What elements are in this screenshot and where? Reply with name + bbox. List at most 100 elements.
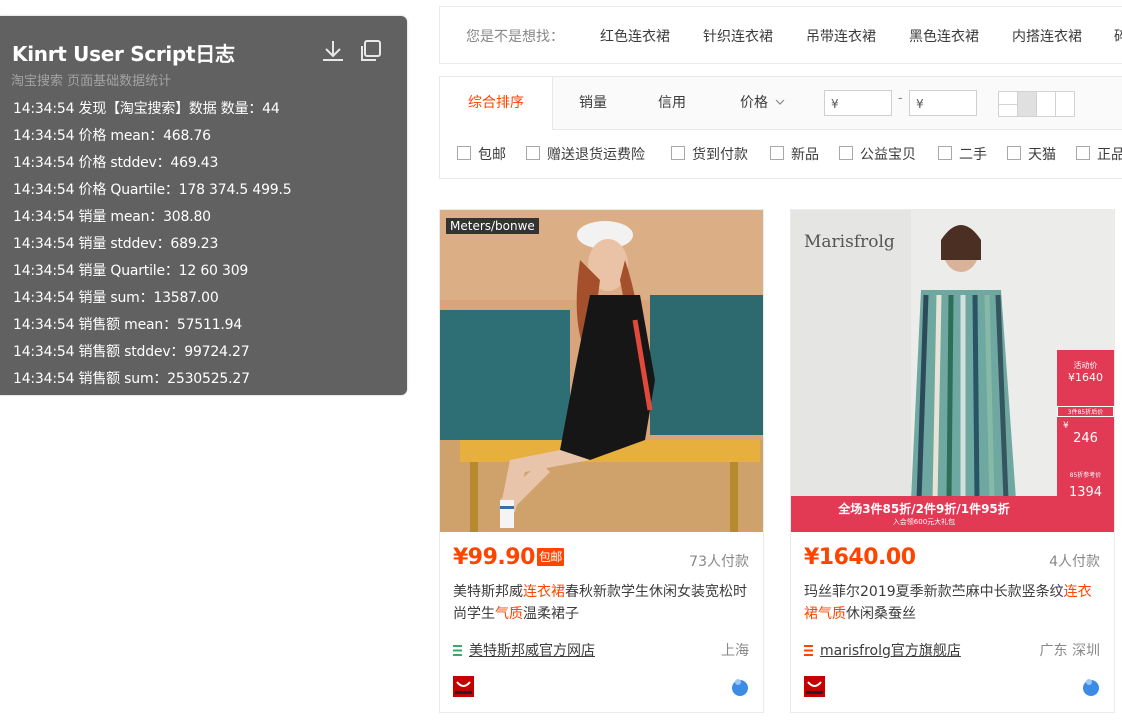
product-card[interactable]: Marisfrolg 活动价 ¥1640 3件85折后价 ¥ 246 85折参考…	[790, 209, 1115, 713]
log-line: 14:34:54 销量 mean：308.80	[13, 209, 211, 225]
promo-price-2: 246	[1073, 431, 1098, 446]
log-line: 14:34:54 销售额 sum：2530525.27	[13, 371, 250, 387]
filter-checkbox[interactable]	[770, 146, 784, 160]
title-highlight: 气质	[818, 606, 846, 622]
promo-symbol: ¥	[1063, 421, 1069, 431]
price-max-input[interactable]: ¥	[909, 90, 977, 116]
sort-tab-price-label: 价格	[740, 95, 768, 111]
grid-view-active-icon[interactable]	[1017, 91, 1037, 117]
filter-checkbox[interactable]	[1076, 146, 1090, 160]
filter-bar: 包邮 赠送退货运费险 货到付款 新品 公益宝贝 二手 天猫 正品	[439, 128, 1122, 179]
shop-icon	[453, 645, 462, 656]
title-highlight: 连衣裙	[523, 584, 565, 600]
title-part: 美特斯邦威	[453, 584, 523, 600]
sort-tab-general[interactable]: 综合排序	[440, 77, 553, 130]
product-price: ¥99.90 包邮	[453, 545, 564, 570]
filter-label[interactable]: 赠送退货运费险	[547, 144, 645, 164]
log-panel: Kinrt User Script日志 淘宝搜索 页面基础数据统计 14:34:…	[0, 16, 407, 395]
filter-checkbox[interactable]	[839, 146, 853, 160]
pay-count: 4人付款	[1049, 554, 1100, 570]
copy-icon[interactable]	[357, 38, 383, 64]
tmall-icon[interactable]	[453, 676, 474, 697]
promo-tag: 活动价	[1073, 361, 1098, 370]
title-part: 温柔裙子	[523, 606, 579, 622]
product-photo	[440, 210, 763, 532]
promo-panel: 活动价 ¥1640 3件85折后价 ¥ 246 85折参考价 1394	[1057, 360, 1114, 500]
product-image[interactable]: Marisfrolg 活动价 ¥1640 3件85折后价 ¥ 246 85折参考…	[791, 210, 1114, 532]
download-icon[interactable]	[320, 38, 346, 64]
filter-label[interactable]: 公益宝贝	[860, 144, 916, 164]
promo-banner: 全场3件85折/2件9折/1件95折 入会领600元大礼包	[791, 500, 1057, 527]
shop-link[interactable]: marisfrolg官方旗舰店	[804, 640, 961, 660]
suggestion-link[interactable]: 黑色连衣裙	[909, 26, 979, 46]
log-line: 14:34:54 价格 stddev：469.43	[13, 155, 219, 171]
suggestion-link[interactable]: 吊带连衣裙	[806, 26, 876, 46]
log-line: 14:34:54 价格 mean：468.76	[13, 128, 211, 144]
shop-location: 广东 深圳	[1039, 643, 1100, 659]
shop-location: 上海	[721, 643, 749, 659]
price-value: ¥1640.00	[804, 545, 916, 570]
suggestion-link[interactable]: 内搭连衣裙	[1012, 26, 1082, 46]
price-min-input[interactable]: ¥	[824, 90, 892, 116]
sort-tab-price[interactable]: 价格	[740, 77, 785, 129]
log-lines: 14:34:54 发现【淘宝搜索】数据 数量：44 14:34:54 价格 me…	[13, 96, 393, 393]
filter-checkbox[interactable]	[526, 146, 540, 160]
log-title: Kinrt User Script日志	[12, 42, 235, 66]
title-part: 玛丝菲尔2019夏季新款苎麻中长款竖条纹	[804, 584, 1064, 600]
wangwang-chat-icon[interactable]	[731, 678, 749, 696]
promo-price: ¥1640	[1068, 371, 1103, 384]
log-subtitle: 淘宝搜索 页面基础数据统计	[11, 74, 172, 89]
suggestion-label: 您是不是想找：	[466, 29, 564, 45]
sort-tab-credit[interactable]: 信用	[658, 77, 686, 129]
shop-name: 美特斯邦威官方网店	[469, 643, 595, 659]
log-line: 14:34:54 发现【淘宝搜索】数据 数量：44	[13, 101, 280, 117]
suggestion-link[interactable]: 红色连衣裙	[600, 26, 670, 46]
filter-checkbox[interactable]	[938, 146, 952, 160]
filter-checkbox[interactable]	[1007, 146, 1021, 160]
list-view-icon[interactable]	[1036, 91, 1056, 117]
log-line: 14:34:54 销售额 stddev：99724.27	[13, 344, 250, 360]
filter-checkbox[interactable]	[457, 146, 471, 160]
suggestion-link[interactable]: 碎	[1114, 26, 1122, 46]
product-image[interactable]: Meters/bonwe	[440, 210, 763, 532]
suggestion-link[interactable]: 针织连衣裙	[703, 26, 773, 46]
log-line: 14:34:54 价格 Quartile：178 374.5 499.5	[13, 182, 292, 198]
pay-count: 73人付款	[689, 554, 749, 570]
promo-ref-price: 1394	[1068, 485, 1103, 500]
price-value: ¥99.90	[453, 545, 535, 570]
filter-label[interactable]: 包邮	[478, 144, 506, 164]
sort-tab-sales[interactable]: 销量	[579, 77, 607, 129]
promo-ref-label: 85折参考价	[1069, 472, 1102, 479]
shop-link[interactable]: 美特斯邦威官方网店	[453, 640, 595, 660]
suggestion-bar: 您是不是想找： 红色连衣裙 针织连衣裙 吊带连衣裙 黑色连衣裙 内搭连衣裙 碎	[439, 6, 1122, 64]
product-card[interactable]: Meters/bonwe ¥99.90 包邮 73人付款 美特斯邦威连衣裙春秋新款…	[439, 209, 764, 713]
filter-checkbox[interactable]	[671, 146, 685, 160]
log-line: 14:34:54 销量 sum：13587.00	[13, 290, 219, 306]
large-view-icon[interactable]	[1055, 91, 1075, 117]
shop-icon	[804, 645, 813, 656]
tmall-icon[interactable]	[804, 676, 825, 697]
free-shipping-badge: 包邮	[536, 548, 564, 566]
product-title[interactable]: 玛丝菲尔2019夏季新款苎麻中长款竖条纹连衣裙气质休闲桑蚕丝	[804, 581, 1104, 625]
filter-label[interactable]: 新品	[791, 144, 819, 164]
chevron-down-icon	[776, 99, 785, 105]
grid-view-icon[interactable]	[998, 91, 1018, 117]
promo-banner-text: 全场3件85折/2件9折/1件95折	[838, 502, 1010, 516]
brand-tag: Meters/bonwe	[446, 218, 539, 234]
brand-logo: Marisfrolg	[804, 232, 895, 252]
log-line: 14:34:54 销售额 mean：57511.94	[13, 317, 243, 333]
product-price: ¥1640.00	[804, 545, 916, 570]
filter-label[interactable]: 二手	[959, 144, 987, 164]
title-highlight: 气质	[495, 606, 523, 622]
filter-label[interactable]: 天猫	[1028, 144, 1056, 164]
promo-small: 3件85折后价	[1057, 406, 1114, 417]
log-line: 14:34:54 销量 Quartile：12 60 309	[13, 263, 249, 279]
shop-name: marisfrolg官方旗舰店	[820, 643, 961, 659]
product-title[interactable]: 美特斯邦威连衣裙春秋新款学生休闲女装宽松时尚学生气质温柔裙子	[453, 581, 753, 625]
filter-label[interactable]: 正品	[1097, 144, 1122, 164]
filter-label[interactable]: 货到付款	[692, 144, 748, 164]
price-separator: -	[898, 91, 903, 106]
sort-bar: 综合排序 销量 信用 价格 ¥ - ¥	[439, 76, 1122, 130]
log-line: 14:34:54 销量 stddev：689.23	[13, 236, 219, 252]
wangwang-chat-icon[interactable]	[1082, 678, 1100, 696]
